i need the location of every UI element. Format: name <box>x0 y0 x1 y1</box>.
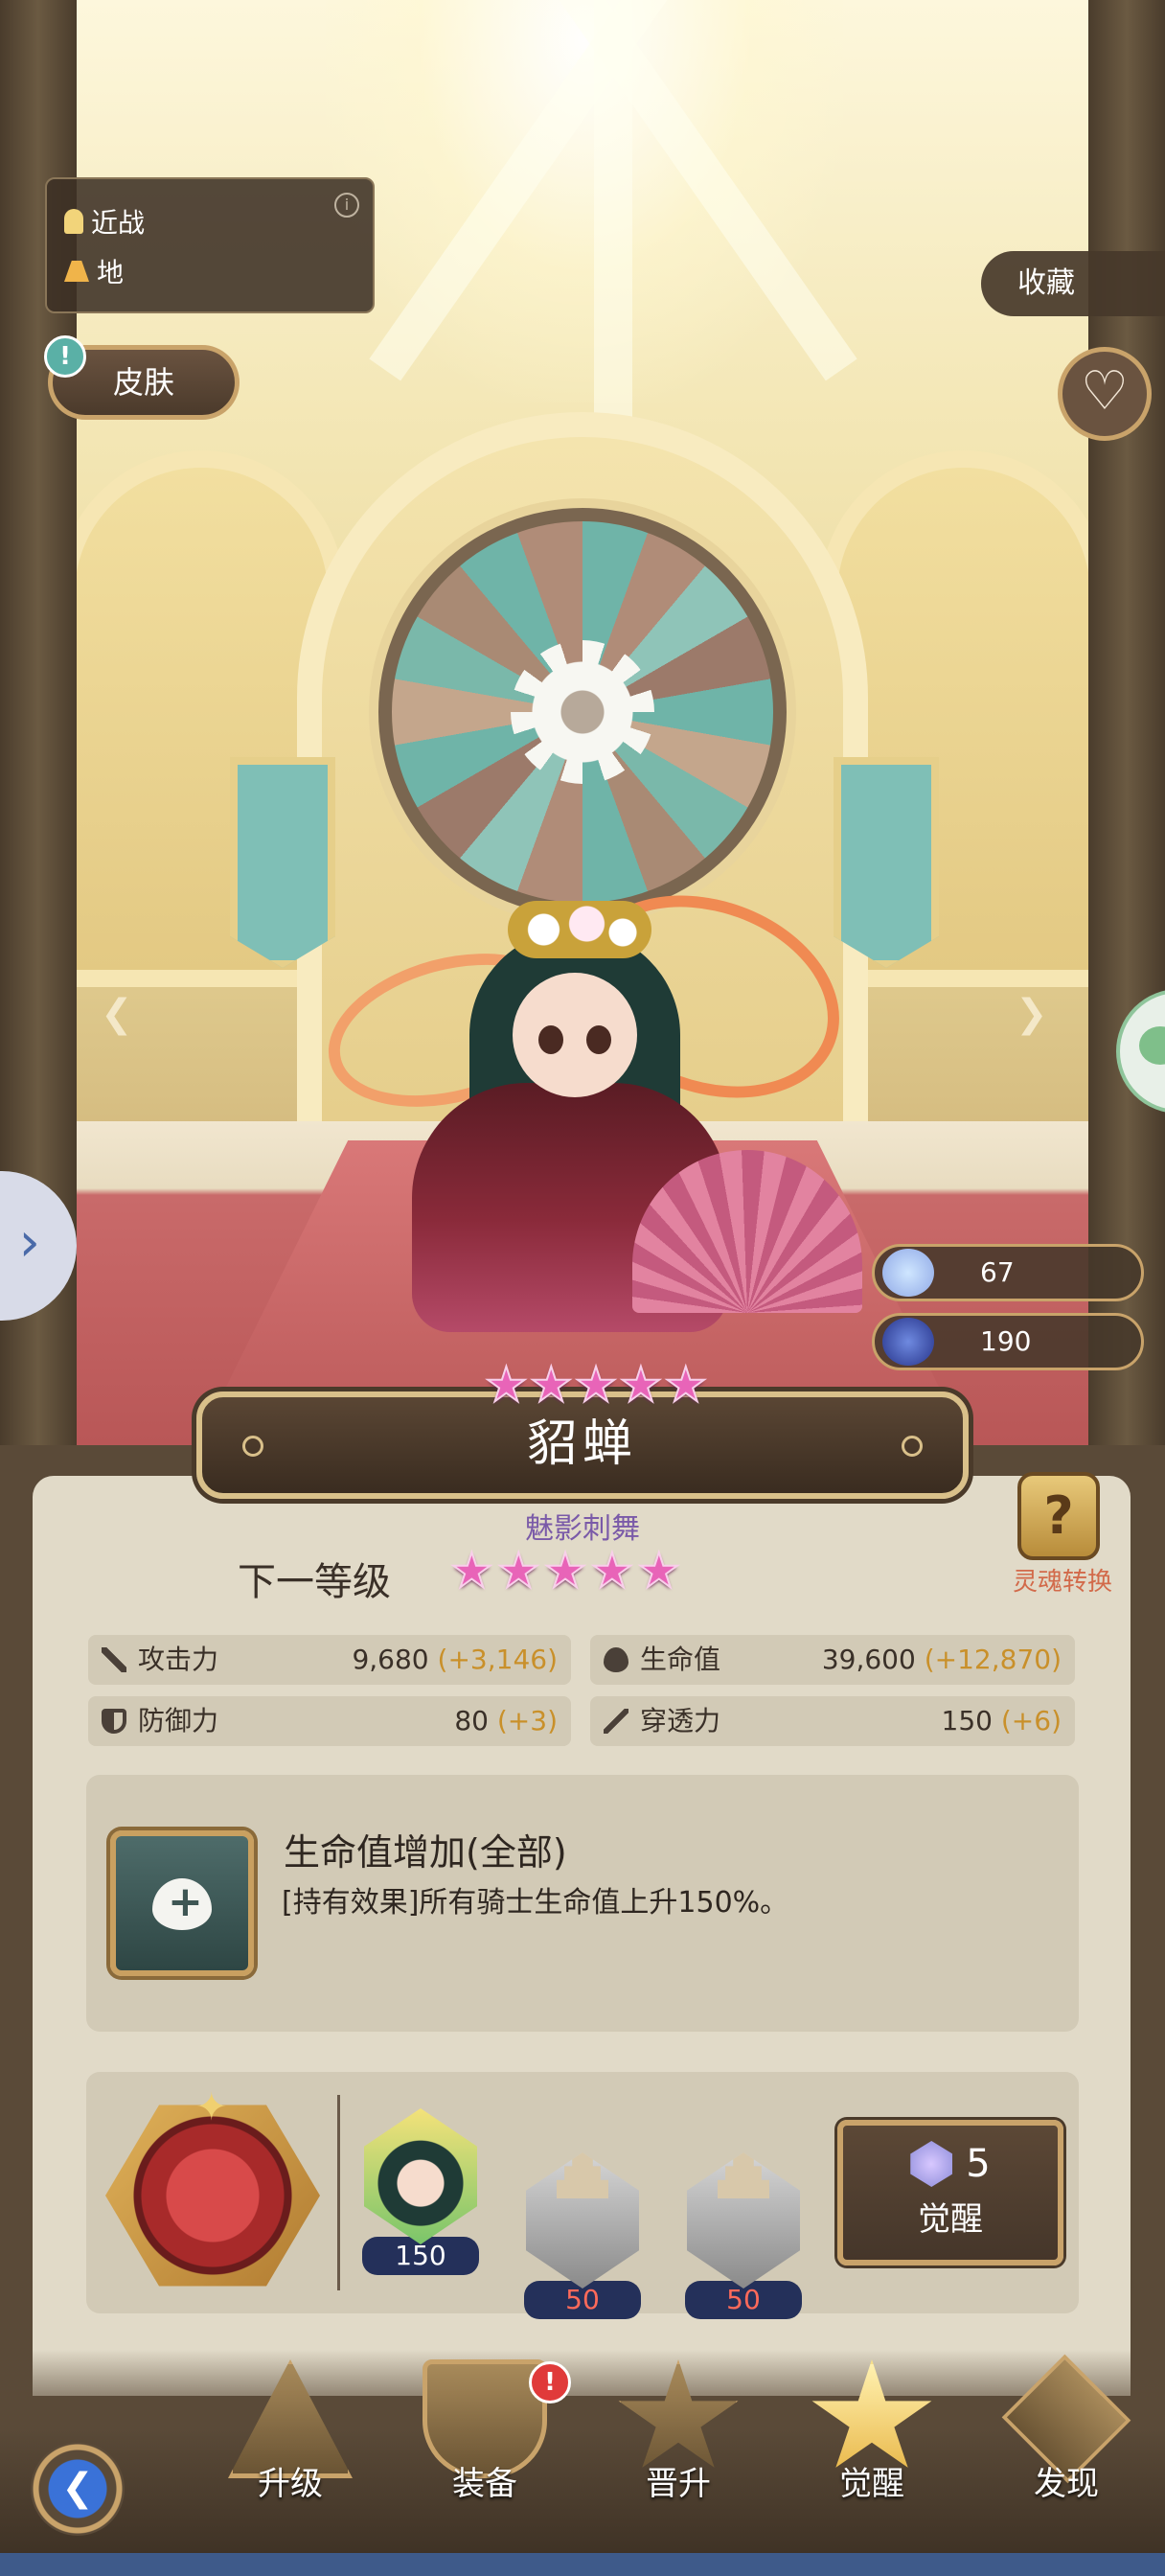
star-icon: ✦ <box>195 2085 228 2129</box>
terrain-row: 地 <box>64 246 355 296</box>
character-shard-icon <box>364 2108 477 2244</box>
alert-badge: ! <box>529 2361 571 2404</box>
star-icon: ★ <box>618 1357 663 1413</box>
terrain-label: 地 <box>97 257 125 288</box>
collect-button[interactable]: 收藏 <box>981 251 1165 316</box>
resource-crystal[interactable]: 67 <box>872 1244 1144 1301</box>
right-pillar <box>1088 0 1165 1457</box>
soul-convert-label: 灵魂转换 <box>1012 1568 1112 1597</box>
effect-title: 生命值增加(全部) <box>284 1831 567 1874</box>
favorite-heart-icon[interactable]: ♡ <box>1058 347 1152 441</box>
back-arrow-icon[interactable]: ❮ <box>31 2442 125 2536</box>
stat-label: 生命值 <box>640 1644 721 1675</box>
next-level-label: 下一等级 <box>238 1560 391 1604</box>
stat-hp: 生命值 39,600 (+12,870) <box>590 1635 1075 1685</box>
stat-increase: (+3,146) <box>437 1644 558 1675</box>
hp-boost-icon <box>110 1830 254 1976</box>
material-slot[interactable]: 50 <box>520 2108 645 2319</box>
nav-strip <box>0 2553 1165 2576</box>
character-sprite <box>287 843 868 1342</box>
empty-slot-icon <box>687 2152 800 2288</box>
star-icon: ★ <box>496 1543 541 1598</box>
nav-label: 觉醒 <box>839 2465 904 2503</box>
star-icon: ★ <box>636 1543 681 1598</box>
melee-icon <box>64 209 83 234</box>
ornament-icon <box>242 1436 263 1457</box>
resource-dark-crystal[interactable]: 190 <box>872 1313 1144 1370</box>
character-name: 貂蝉 <box>526 1415 638 1473</box>
attack-type-row: 近战 <box>64 196 355 246</box>
stat-value: 9,680 <box>352 1644 429 1675</box>
sword-icon <box>102 1647 126 1672</box>
awaken-label: 觉醒 <box>918 2200 983 2239</box>
nav-label: 晋升 <box>646 2465 711 2503</box>
stat-value: 150 <box>941 1705 993 1736</box>
nav-promotion[interactable]: 晋升 <box>611 2359 745 2522</box>
ground-icon <box>64 261 89 282</box>
effect-description: [持有效果]所有骑士生命值上升150%。 <box>282 1886 789 1920</box>
nav-awaken[interactable]: 觉醒 <box>805 2359 939 2522</box>
character-info-panel: 近战 地 i <box>45 177 375 313</box>
stat-label: 攻击力 <box>138 1644 219 1675</box>
star-icon: ★ <box>589 1543 634 1598</box>
nav-label: 升级 <box>258 2465 323 2503</box>
question-card-icon: ? <box>1017 1472 1100 1560</box>
star-icon: ★ <box>529 1357 574 1413</box>
star-icon: ★ <box>484 1357 529 1413</box>
material-slot[interactable]: 50 <box>681 2108 806 2319</box>
stat-label: 防御力 <box>138 1705 219 1736</box>
nav-label: 装备 <box>452 2465 517 2503</box>
skill-name: 魅影刺舞 <box>525 1512 640 1546</box>
stat-increase: (+3) <box>496 1705 558 1736</box>
character-eye <box>538 1025 563 1054</box>
current-star-rating: ★ ★ ★ ★ ★ <box>484 1357 708 1413</box>
pierce-icon <box>604 1709 628 1734</box>
crystal-icon <box>882 1249 934 1297</box>
star-icon: ★ <box>574 1357 619 1413</box>
info-icon[interactable]: i <box>334 193 359 218</box>
crystal-icon <box>910 2141 953 2187</box>
resource-value: 190 <box>980 1325 1032 1357</box>
star-icon: ★ <box>663 1357 708 1413</box>
divider <box>337 2095 340 2290</box>
stat-label: 穿透力 <box>640 1705 721 1736</box>
next-character-arrow[interactable]: ❯ <box>1016 992 1048 1036</box>
star-icon: ★ <box>543 1543 588 1598</box>
stat-penetration: 穿透力 150 (+6) <box>590 1696 1075 1746</box>
resource-value: 67 <box>980 1256 1015 1288</box>
stat-defense: 防御力 80 (+3) <box>88 1696 571 1746</box>
flower-crown <box>508 901 651 958</box>
notification-icon: ! <box>44 335 86 378</box>
stat-value: 80 <box>454 1705 489 1736</box>
character-face <box>513 973 637 1097</box>
empty-slot-icon <box>526 2152 639 2288</box>
stat-increase: (+12,870) <box>924 1644 1062 1675</box>
ornament-icon <box>902 1436 923 1457</box>
character-eye <box>586 1025 611 1054</box>
stat-value: 39,600 <box>821 1644 916 1675</box>
gear-emblem <box>511 640 654 784</box>
attack-type-label: 近战 <box>91 207 146 239</box>
soul-convert-button[interactable]: ? 灵魂转换 <box>1000 1472 1125 1598</box>
heart-icon <box>604 1647 628 1672</box>
nav-label: 发现 <box>1034 2465 1099 2503</box>
stat-increase: (+6) <box>1000 1705 1062 1736</box>
star-icon: ★ <box>449 1543 494 1598</box>
next-star-rating: ★ ★ ★ ★ ★ <box>449 1543 681 1598</box>
shield-icon <box>102 1709 126 1734</box>
awaken-button[interactable]: 5 觉醒 <box>837 2120 1063 2266</box>
nav-upgrade[interactable]: 升级 <box>223 2359 357 2522</box>
nav-discover[interactable]: 发现 <box>999 2354 1133 2522</box>
awaken-cost: 5 <box>966 2142 991 2186</box>
prev-character-arrow[interactable]: ❮ <box>101 992 133 1036</box>
bottom-nav <box>0 2350 1165 2576</box>
material-slot[interactable]: 150 <box>358 2108 483 2290</box>
stat-attack: 攻击力 9,680 (+3,146) <box>88 1635 571 1685</box>
dark-crystal-icon <box>882 1318 934 1366</box>
